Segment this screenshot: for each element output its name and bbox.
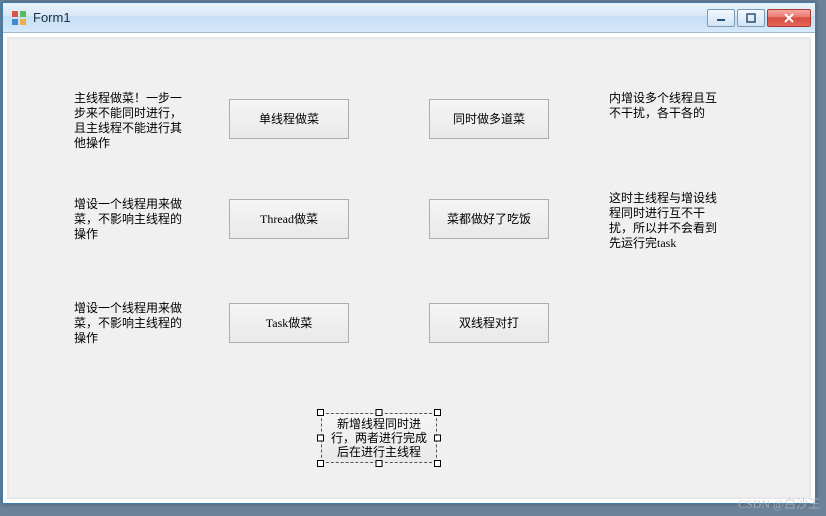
resize-handle-bottom-right[interactable] — [434, 460, 441, 467]
maximize-button[interactable] — [737, 9, 765, 27]
button-multi-dish-cook[interactable]: 同时做多道菜 — [429, 99, 549, 139]
button-thread-cook[interactable]: Thread做菜 — [229, 199, 349, 239]
button-new-thread-simultaneous[interactable]: 新增线程同时进行，两者进行完成后在进行主线程 — [321, 413, 437, 463]
button-dual-thread-fight[interactable]: 双线程对打 — [429, 303, 549, 343]
resize-handle-mid-left[interactable] — [317, 435, 324, 442]
selected-button-container[interactable]: 新增线程同时进行，两者进行完成后在进行主线程 — [317, 409, 441, 467]
resize-handle-bottom-left[interactable] — [317, 460, 324, 467]
label-row1-left: 主线程做菜！一步一步来不能同时进行，且主线程不能进行其他操作 — [74, 91, 184, 151]
resize-handle-top-left[interactable] — [317, 409, 324, 416]
watermark: CSDN @白沙王 — [738, 495, 820, 512]
button-dishes-done-eat[interactable]: 菜都做好了吃饭 — [429, 199, 549, 239]
label-row2-left: 增设一个线程用来做菜，不影响主线程的操作 — [74, 197, 184, 242]
button-single-thread-cook[interactable]: 单线程做菜 — [229, 99, 349, 139]
button-task-cook[interactable]: Task做菜 — [229, 303, 349, 343]
form-client-area: 主线程做菜！一步一步来不能同时进行，且主线程不能进行其他操作 单线程做菜 同时做… — [7, 37, 811, 499]
window: Form1 主线程做菜！一步一步来不能同时进行，且主线程不能进行其他操作 单线程… — [2, 2, 816, 504]
minimize-button[interactable] — [707, 9, 735, 27]
titlebar[interactable]: Form1 — [3, 3, 815, 33]
app-icon — [11, 10, 27, 26]
label-row3-left: 增设一个线程用来做菜，不影响主线程的操作 — [74, 301, 184, 346]
label-row2-right: 这时主线程与增设线程同时进行互不干扰，所以并不会看到先运行完task — [609, 191, 719, 251]
resize-handle-top-right[interactable] — [434, 409, 441, 416]
resize-handle-bottom-mid[interactable] — [376, 460, 383, 467]
close-button[interactable] — [767, 9, 811, 27]
resize-handle-mid-right[interactable] — [434, 435, 441, 442]
window-title: Form1 — [33, 10, 707, 25]
window-controls — [707, 9, 811, 27]
resize-handle-top-mid[interactable] — [376, 409, 383, 416]
label-row1-right: 内增设多个线程且互不干扰，各干各的 — [609, 91, 719, 121]
